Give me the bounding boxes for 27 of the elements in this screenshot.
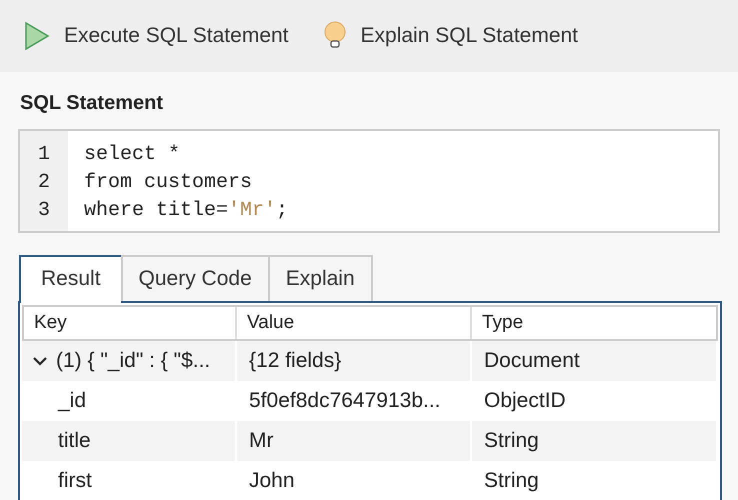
code-editor[interactable]: 1 2 3 select * from customers where title='Mr'; [18,129,720,233]
key-text: _id [58,388,86,414]
code-line: from customers [84,170,254,196]
table-cell: {12 fields} [237,341,472,381]
key-text: (1) { "_id" : { "$... [56,348,210,374]
line-number: 1 [36,142,51,168]
line-number: 2 [36,170,51,196]
tab[interactable]: Query Code [120,255,270,301]
column-header[interactable]: Key [24,307,237,339]
code-line: select * [84,142,182,168]
table-cell: Mr [237,421,472,461]
table-cell: String [472,421,718,461]
line-number: 3 [36,198,51,224]
table-cell: Document [472,341,718,381]
tab[interactable]: Result [19,255,123,303]
tab[interactable]: Explain [268,255,373,301]
execute-button[interactable]: Execute SQL Statement [24,21,289,51]
key-text: title [58,428,91,454]
table-cell: String [472,461,718,500]
table-cell: John [237,461,472,500]
play-icon [24,21,50,51]
section-title: SQL Statement [20,92,164,115]
explain-button[interactable]: Explain SQL Statement [322,21,578,51]
code-line: where title='Mr'; [84,198,288,224]
key-text: first [58,468,92,494]
column-header[interactable]: Value [237,307,472,339]
column-header[interactable]: Type [472,307,716,339]
